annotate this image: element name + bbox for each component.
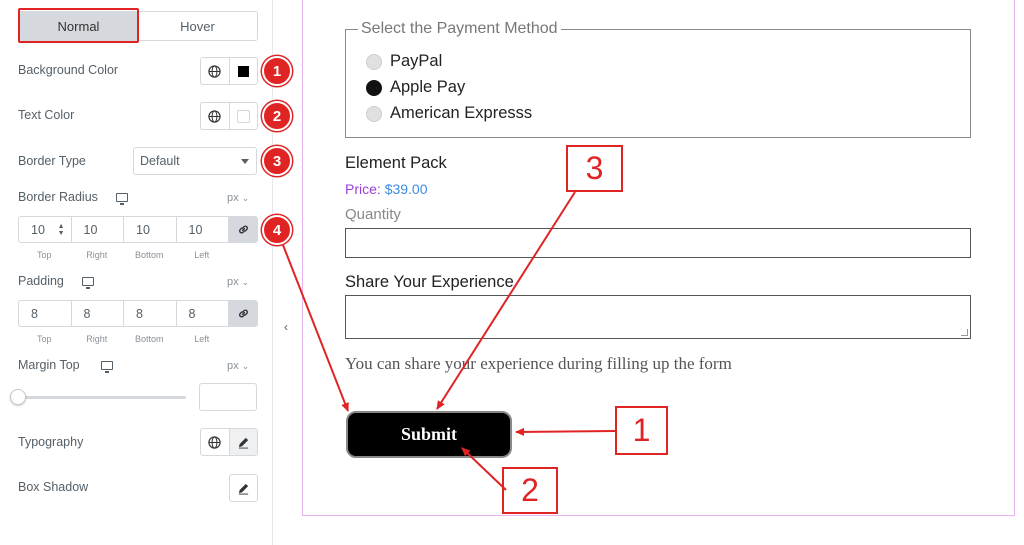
pencil-icon [238,483,249,495]
margin-top-slider-handle[interactable] [10,389,26,405]
padding-inputs: 8 8 8 8 [18,300,258,327]
chevron-down-icon: ⌄ [241,361,250,371]
padding-side-labels: Top Right Bottom Left [36,334,210,344]
chevron-down-icon: ⌄ [241,193,250,203]
edit-typography-button[interactable] [228,429,257,455]
annotation-badge-1: 1 [262,56,292,86]
globe-icon [208,109,221,123]
background-color-swatch[interactable] [228,58,258,84]
quantity-label: Quantity [345,206,401,223]
border-radius-label: Border Radius [18,190,98,204]
globe-icon [208,435,221,449]
white-swatch [236,109,250,123]
border-type-select[interactable]: Default [133,147,257,175]
payment-option-paypal[interactable]: PayPal [366,52,442,71]
padding-unit[interactable]: px ⌄ [227,276,249,288]
style-panel: Normal Hover Background Color Text Color… [0,0,272,545]
help-text: You can share your experience during fil… [345,354,732,373]
annotation-badge-4: 4 [262,215,292,245]
product-price: Price: $39.00 [345,181,428,197]
border-radius-side-labels: Top Right Bottom Left [36,250,210,260]
desktop-icon[interactable] [82,277,94,289]
link-icon [238,225,248,234]
edit-box-shadow-button[interactable] [229,474,258,502]
submit-button[interactable]: Submit [346,411,512,458]
price-label: Price: [345,181,381,197]
pencil-icon [238,437,248,449]
radio-button-selected[interactable] [366,79,382,96]
product-title: Element Pack [345,154,447,172]
padding-top[interactable]: 8 [19,301,72,326]
desktop-icon[interactable] [116,193,128,205]
typography-control [200,428,258,456]
annotation-badge-3: 3 [262,146,292,176]
text-color-swatch[interactable] [228,103,258,129]
global-colors-button[interactable] [201,103,229,129]
radio-button[interactable] [366,105,382,122]
margin-top-unit[interactable]: px ⌄ [227,360,249,372]
tab-normal[interactable]: Normal [19,12,138,40]
margin-top-input[interactable] [199,383,257,411]
padding-left[interactable]: 8 [177,301,229,326]
background-color-label: Background Color [18,63,119,77]
globe-icon [208,64,221,78]
margin-top-label: Margin Top [18,358,80,372]
border-radius-right[interactable]: 10 [72,217,124,242]
link-values-button[interactable] [229,301,257,326]
radio-button[interactable] [366,53,382,70]
border-radius-unit[interactable]: px ⌄ [227,192,249,204]
border-radius-left[interactable]: 10 [177,217,229,242]
chevron-left-icon[interactable]: ‹ [284,320,288,334]
share-experience-label: Share Your Experience [345,273,514,291]
state-tabs: Normal Hover [18,11,258,41]
border-radius-bottom[interactable]: 10 [124,217,177,242]
quantity-input[interactable] [345,228,971,258]
link-icon [238,309,248,318]
padding-label: Padding [18,274,64,288]
spinner-icon[interactable]: ▲ ▼ [58,223,65,237]
payment-method-legend: Select the Payment Method [358,20,561,38]
black-swatch [237,65,249,77]
border-type-label: Border Type [18,154,86,168]
text-color-label: Text Color [18,108,75,122]
global-colors-button[interactable] [201,58,229,84]
price-value: $39.00 [384,181,428,197]
callout-box-1: 1 [615,406,668,455]
typography-label: Typography [18,435,84,449]
callout-box-3: 3 [566,145,623,192]
chevron-down-icon: ⌄ [241,277,250,287]
payment-option-apple-pay[interactable]: Apple Pay [366,78,465,97]
margin-top-slider-track[interactable] [18,396,186,399]
share-experience-textarea[interactable] [345,295,971,339]
border-type-value: Default [140,154,180,168]
resize-handle-icon[interactable] [961,329,968,336]
callout-box-2: 2 [502,467,558,514]
background-color-control [200,57,258,85]
text-color-control [200,102,258,130]
caret-down-icon [241,159,249,164]
global-typography-button[interactable] [201,429,229,455]
annotation-badge-2: 2 [262,101,292,131]
payment-option-american-express[interactable]: American Expresss [366,104,532,123]
box-shadow-label: Box Shadow [18,480,89,494]
link-values-button[interactable] [229,217,257,242]
desktop-icon[interactable] [101,361,113,373]
padding-bottom[interactable]: 8 [124,301,177,326]
padding-right[interactable]: 8 [72,301,124,326]
border-radius-inputs: 10 ▲ ▼ 10 10 10 [18,216,258,243]
border-radius-top[interactable]: 10 ▲ ▼ [19,217,72,242]
tab-hover[interactable]: Hover [138,12,257,40]
